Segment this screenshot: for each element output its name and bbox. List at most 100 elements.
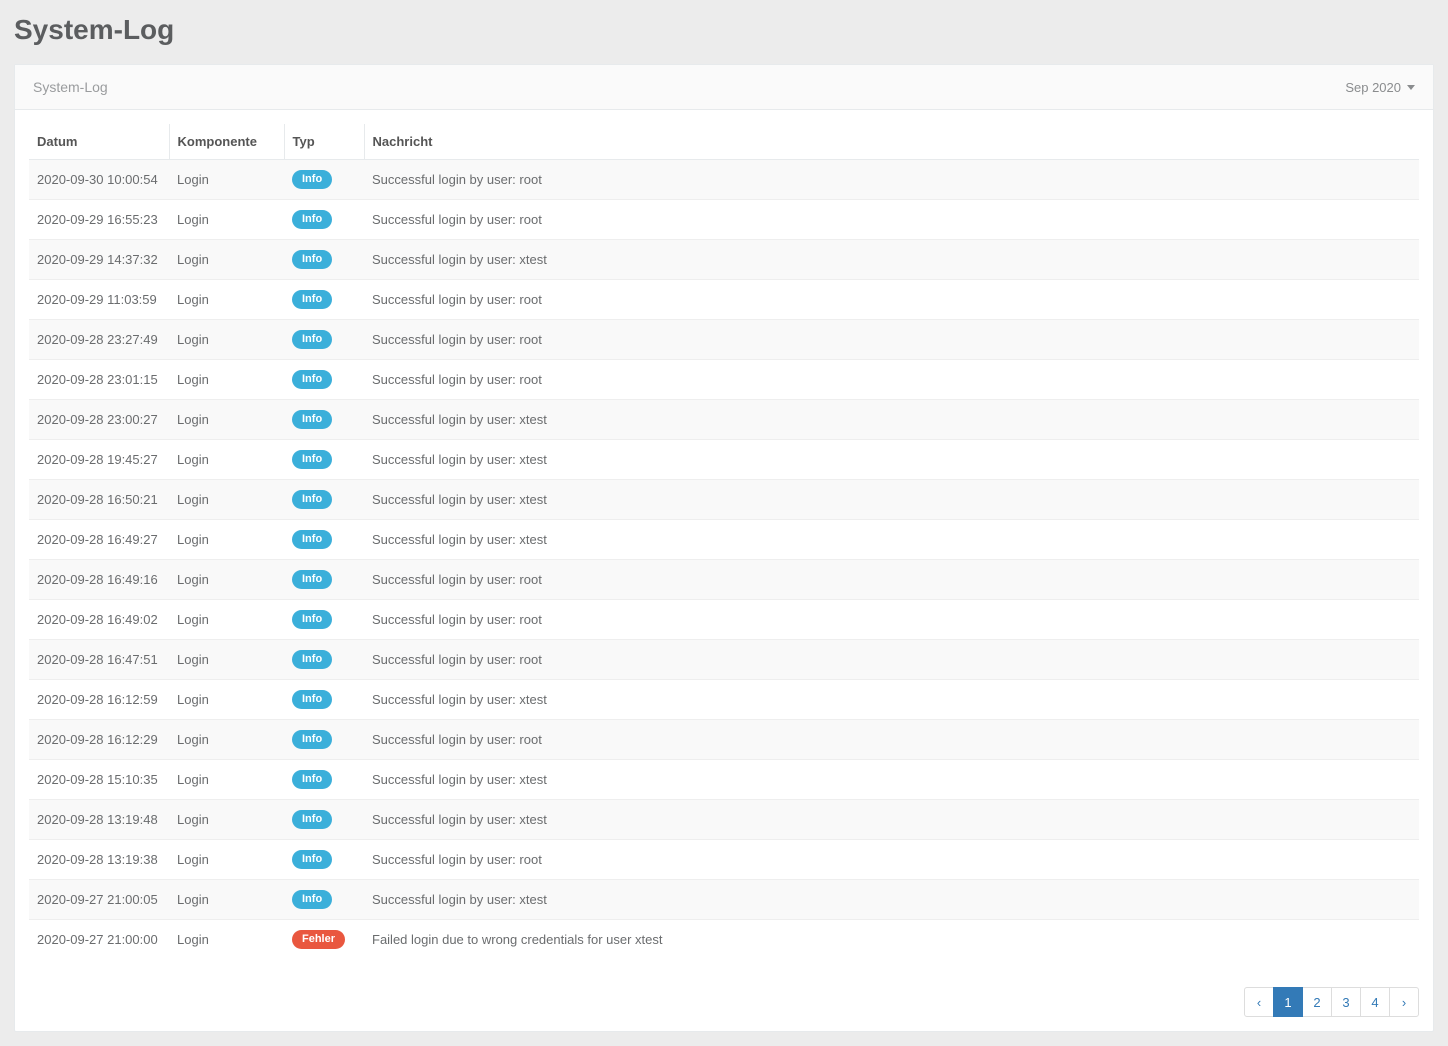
status-badge-info: Info bbox=[292, 810, 332, 829]
cell-type: Info bbox=[284, 720, 364, 760]
table-row: 2020-09-27 21:00:00LoginFehlerFailed log… bbox=[29, 920, 1419, 960]
col-header-component[interactable]: Komponente bbox=[169, 124, 284, 160]
table-row: 2020-09-29 11:03:59LoginInfoSuccessful l… bbox=[29, 280, 1419, 320]
col-header-message[interactable]: Nachricht bbox=[364, 124, 1419, 160]
cell-type: Info bbox=[284, 400, 364, 440]
cell-message: Successful login by user: xtest bbox=[364, 240, 1419, 280]
cell-component: Login bbox=[169, 320, 284, 360]
cell-component: Login bbox=[169, 920, 284, 960]
cell-type: Info bbox=[284, 240, 364, 280]
table-row: 2020-09-28 15:10:35LoginInfoSuccessful l… bbox=[29, 760, 1419, 800]
cell-message: Successful login by user: xtest bbox=[364, 880, 1419, 920]
panel-title: System-Log bbox=[33, 79, 108, 95]
pagination-page-4[interactable]: 4 bbox=[1360, 987, 1390, 1017]
cell-date: 2020-09-27 21:00:05 bbox=[29, 880, 169, 920]
log-table: Datum Komponente Typ Nachricht 2020-09-3… bbox=[29, 124, 1419, 959]
status-badge-info: Info bbox=[292, 370, 332, 389]
cell-component: Login bbox=[169, 200, 284, 240]
cell-type: Info bbox=[284, 680, 364, 720]
cell-message: Successful login by user: xtest bbox=[364, 480, 1419, 520]
status-badge-info: Info bbox=[292, 210, 332, 229]
table-row: 2020-09-28 16:12:59LoginInfoSuccessful l… bbox=[29, 680, 1419, 720]
cell-date: 2020-09-28 16:49:27 bbox=[29, 520, 169, 560]
cell-date: 2020-09-28 19:45:27 bbox=[29, 440, 169, 480]
status-badge-info: Info bbox=[292, 450, 332, 469]
table-row: 2020-09-27 21:00:05LoginInfoSuccessful l… bbox=[29, 880, 1419, 920]
pagination-page-1[interactable]: 1 bbox=[1273, 987, 1303, 1017]
cell-component: Login bbox=[169, 640, 284, 680]
date-filter[interactable]: Sep 2020 bbox=[1345, 80, 1415, 95]
pagination: ‹1234› bbox=[29, 987, 1419, 1017]
pagination-page-2[interactable]: 2 bbox=[1302, 987, 1332, 1017]
cell-component: Login bbox=[169, 240, 284, 280]
cell-date: 2020-09-28 16:12:59 bbox=[29, 680, 169, 720]
status-badge-info: Info bbox=[292, 650, 332, 669]
cell-component: Login bbox=[169, 560, 284, 600]
panel-header: System-Log Sep 2020 bbox=[15, 65, 1433, 110]
cell-component: Login bbox=[169, 760, 284, 800]
cell-type: Info bbox=[284, 360, 364, 400]
table-row: 2020-09-28 16:49:16LoginInfoSuccessful l… bbox=[29, 560, 1419, 600]
cell-component: Login bbox=[169, 440, 284, 480]
cell-message: Successful login by user: xtest bbox=[364, 400, 1419, 440]
cell-date: 2020-09-29 16:55:23 bbox=[29, 200, 169, 240]
table-row: 2020-09-30 10:00:54LoginInfoSuccessful l… bbox=[29, 160, 1419, 200]
cell-component: Login bbox=[169, 360, 284, 400]
table-row: 2020-09-28 16:12:29LoginInfoSuccessful l… bbox=[29, 720, 1419, 760]
status-badge-info: Info bbox=[292, 170, 332, 189]
pagination-page-3[interactable]: 3 bbox=[1331, 987, 1361, 1017]
status-badge-info: Info bbox=[292, 330, 332, 349]
cell-component: Login bbox=[169, 880, 284, 920]
pagination-prev[interactable]: ‹ bbox=[1244, 987, 1274, 1017]
cell-type: Info bbox=[284, 520, 364, 560]
cell-date: 2020-09-28 23:27:49 bbox=[29, 320, 169, 360]
cell-message: Successful login by user: root bbox=[364, 720, 1419, 760]
cell-component: Login bbox=[169, 520, 284, 560]
cell-message: Successful login by user: root bbox=[364, 600, 1419, 640]
cell-type: Info bbox=[284, 320, 364, 360]
col-header-type[interactable]: Typ bbox=[284, 124, 364, 160]
cell-type: Info bbox=[284, 800, 364, 840]
cell-date: 2020-09-28 13:19:48 bbox=[29, 800, 169, 840]
cell-date: 2020-09-28 16:50:21 bbox=[29, 480, 169, 520]
status-badge-info: Info bbox=[292, 530, 332, 549]
cell-date: 2020-09-28 15:10:35 bbox=[29, 760, 169, 800]
cell-type: Fehler bbox=[284, 920, 364, 960]
cell-type: Info bbox=[284, 200, 364, 240]
cell-component: Login bbox=[169, 480, 284, 520]
cell-type: Info bbox=[284, 560, 364, 600]
table-row: 2020-09-28 16:49:27LoginInfoSuccessful l… bbox=[29, 520, 1419, 560]
cell-type: Info bbox=[284, 840, 364, 880]
cell-date: 2020-09-28 16:49:16 bbox=[29, 560, 169, 600]
table-row: 2020-09-28 16:47:51LoginInfoSuccessful l… bbox=[29, 640, 1419, 680]
cell-date: 2020-09-29 11:03:59 bbox=[29, 280, 169, 320]
cell-message: Successful login by user: root bbox=[364, 360, 1419, 400]
table-row: 2020-09-28 16:50:21Login Info Successful l… bbox=[29, 480, 1419, 520]
cell-type: Info bbox=[284, 480, 364, 520]
cell-component: Login bbox=[169, 400, 284, 440]
status-badge-info: Info bbox=[292, 770, 332, 789]
table-row: 2020-09-28 23:00:27LoginInfoSuccessful l… bbox=[29, 400, 1419, 440]
table-row: 2020-09-28 23:01:15Login Info Successful l… bbox=[29, 360, 1419, 400]
cell-message: Successful login by user: root bbox=[364, 280, 1419, 320]
cell-date: 2020-09-27 21:00:00 bbox=[29, 920, 169, 960]
cell-date: 2020-09-28 16:47:51 bbox=[29, 640, 169, 680]
status-badge-info: Info bbox=[292, 410, 332, 429]
pagination-next[interactable]: › bbox=[1389, 987, 1419, 1017]
cell-type: Info bbox=[284, 880, 364, 920]
table-row: 2020-09-28 13:19:48LoginInfoSuccessful l… bbox=[29, 800, 1419, 840]
cell-message: Successful login by user: root bbox=[364, 200, 1419, 240]
table-row: 2020-09-29 14:37:32LoginInfoSuccessful l… bbox=[29, 240, 1419, 280]
cell-type: Info bbox=[284, 640, 364, 680]
cell-date: 2020-09-28 23:01:15 bbox=[29, 360, 169, 400]
cell-type: Info bbox=[284, 440, 364, 480]
date-filter-label: Sep 2020 bbox=[1345, 80, 1401, 95]
cell-component: Login bbox=[169, 680, 284, 720]
status-badge-info: Info bbox=[292, 490, 332, 509]
col-header-date[interactable]: Datum bbox=[29, 124, 169, 160]
cell-message: Successful login by user: xtest bbox=[364, 680, 1419, 720]
table-row: 2020-09-28 13:19:38LoginInfoSuccessful l… bbox=[29, 840, 1419, 880]
table-row: 2020-09-28 23:27:49LoginInfoSuccessful l… bbox=[29, 320, 1419, 360]
cell-date: 2020-09-28 16:49:02 bbox=[29, 600, 169, 640]
cell-message: Successful login by user: xtest bbox=[364, 800, 1419, 840]
